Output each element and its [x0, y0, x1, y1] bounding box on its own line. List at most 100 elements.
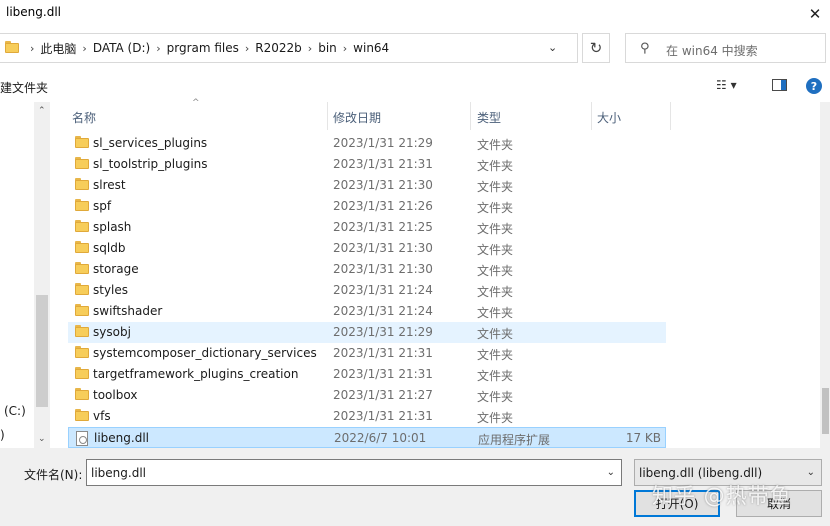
file-row[interactable]: systemcomposer_dictionary_services 2023/1… — [68, 343, 666, 364]
folder-icon — [75, 409, 89, 422]
folder-icon — [75, 325, 89, 338]
column-name[interactable]: 名称 — [72, 109, 96, 126]
file-type: 文件夹 — [477, 348, 514, 362]
search-input[interactable]: ⚲ 在 win64 中搜索 — [625, 33, 826, 63]
file-name: targetframework_plugins_creation — [93, 367, 299, 381]
sort-ascending-icon: ^ — [192, 98, 200, 108]
refresh-button[interactable]: ↻ — [582, 33, 610, 63]
folder-icon — [75, 157, 89, 170]
file-type: 文件夹 — [477, 285, 514, 299]
crumb-r2022b[interactable]: R2022b — [255, 41, 302, 55]
folder-icon — [75, 388, 89, 401]
nav-item-d-drive[interactable]: ) — [0, 428, 5, 442]
file-date: 2023/1/31 21:26 — [333, 199, 433, 213]
scroll-down-icon[interactable]: ⌄ — [38, 434, 46, 444]
crumb-win64[interactable]: win64 — [353, 41, 389, 55]
address-bar[interactable]: › 此电脑 › DATA (D:) › prgram files › R2022… — [0, 33, 578, 63]
file-name: systemcomposer_dictionary_services — [93, 346, 317, 360]
nav-scrollbar-thumb[interactable] — [36, 295, 48, 407]
chevron-right-icon[interactable]: › — [343, 42, 347, 55]
filename-input[interactable]: libeng.dll ⌄ — [86, 459, 622, 486]
folder-icon — [75, 199, 89, 212]
nav-item-c-drive[interactable]: (C:) — [4, 404, 26, 418]
crumb-bin[interactable]: bin — [318, 41, 337, 55]
column-size[interactable]: 大小 — [597, 109, 621, 126]
chevron-down-icon: ⌄ — [806, 467, 815, 478]
crumb-this-pc[interactable]: 此电脑 — [40, 40, 76, 57]
file-name: toolbox — [93, 388, 138, 402]
folder-icon — [75, 262, 89, 275]
filename-value: libeng.dll — [91, 466, 146, 480]
file-name: sl_toolstrip_plugins — [93, 157, 208, 171]
crumb-data-drive[interactable]: DATA (D:) — [93, 41, 150, 55]
file-row[interactable]: sl_services_plugins 2023/1/31 21:29 文件夹 — [68, 133, 666, 154]
file-name: sqldb — [93, 241, 126, 255]
column-divider[interactable] — [591, 102, 592, 130]
scroll-up-icon[interactable]: ⌃ — [38, 106, 46, 116]
folder-icon — [75, 346, 89, 359]
file-row[interactable]: sysobj 2023/1/31 21:29 文件夹 — [68, 322, 666, 343]
chevron-down-icon[interactable]: ⌄ — [548, 41, 557, 54]
file-list-scrollbar-thumb[interactable] — [822, 388, 829, 434]
file-type: 文件夹 — [477, 264, 514, 278]
folder-icon — [75, 367, 89, 380]
file-name: swiftshader — [93, 304, 163, 318]
crumb-prgram-files[interactable]: prgram files — [167, 41, 239, 55]
file-date: 2023/1/31 21:29 — [333, 325, 433, 339]
chevron-right-icon[interactable]: › — [156, 42, 160, 55]
file-date: 2022/6/7 10:01 — [334, 431, 427, 445]
file-date: 2023/1/31 21:31 — [333, 367, 433, 381]
window-title: libeng.dll — [6, 5, 61, 19]
file-date: 2023/1/31 21:31 — [333, 346, 433, 360]
file-row[interactable]: sl_toolstrip_plugins 2023/1/31 21:31 文件夹 — [68, 154, 666, 175]
search-icon: ⚲ — [640, 41, 650, 56]
file-date: 2023/1/31 21:30 — [333, 241, 433, 255]
column-divider[interactable] — [327, 102, 328, 130]
file-type: 文件夹 — [477, 159, 514, 173]
folder-icon — [5, 41, 19, 54]
file-type: 文件夹 — [477, 180, 514, 194]
file-row[interactable]: storage 2023/1/31 21:30 文件夹 — [68, 259, 666, 280]
file-row[interactable]: slrest 2023/1/31 21:30 文件夹 — [68, 175, 666, 196]
chevron-right-icon[interactable]: › — [308, 42, 312, 55]
file-type: 文件夹 — [477, 222, 514, 236]
file-row[interactable]: styles 2023/1/31 21:24 文件夹 — [68, 280, 666, 301]
folder-icon — [75, 304, 89, 317]
breadcrumb: › 此电脑 › DATA (D:) › prgram files › R2022… — [24, 34, 389, 62]
chevron-down-icon[interactable]: ⌄ — [607, 467, 615, 478]
file-name: spf — [93, 199, 112, 213]
column-divider[interactable] — [670, 102, 671, 130]
file-row[interactable]: libeng.dll 2022/6/7 10:01 应用程序扩展 17 KB — [68, 427, 666, 448]
new-folder-button[interactable]: 建文件夹 — [0, 79, 48, 96]
file-date: 2023/1/31 21:30 — [333, 262, 433, 276]
file-name: storage — [93, 262, 139, 276]
chevron-right-icon[interactable]: › — [245, 42, 249, 55]
file-row[interactable]: swiftshader 2023/1/31 21:24 文件夹 — [68, 301, 666, 322]
file-row[interactable]: sqldb 2023/1/31 21:30 文件夹 — [68, 238, 666, 259]
file-name: slrest — [93, 178, 126, 192]
column-header: 名称 修改日期 类型 大小 — [50, 102, 820, 130]
title-bar: libeng.dll ✕ — [0, 0, 830, 28]
file-row[interactable]: targetframework_plugins_creation 2023/1/3… — [68, 364, 666, 385]
preview-pane-icon[interactable] — [772, 79, 787, 91]
file-type: 文件夹 — [477, 201, 514, 215]
file-date: 2023/1/31 21:31 — [333, 409, 433, 423]
file-date: 2023/1/31 21:24 — [333, 283, 433, 297]
toolbar: 建文件夹 ☷ ▾ ? — [0, 70, 830, 102]
chevron-right-icon[interactable]: › — [82, 42, 86, 55]
column-divider[interactable] — [470, 102, 471, 130]
close-icon: ✕ — [808, 5, 822, 23]
dll-file-icon — [76, 431, 90, 446]
column-type[interactable]: 类型 — [477, 109, 501, 126]
column-date[interactable]: 修改日期 — [333, 109, 381, 126]
view-options-icon[interactable]: ☷ ▾ — [716, 78, 737, 92]
folder-icon — [75, 136, 89, 149]
file-row[interactable]: toolbox 2023/1/31 21:27 文件夹 — [68, 385, 666, 406]
file-row[interactable]: vfs 2023/1/31 21:31 文件夹 — [68, 406, 666, 427]
watermark: 知乎 @热带鱼 — [652, 484, 792, 508]
file-row[interactable]: spf 2023/1/31 21:26 文件夹 — [68, 196, 666, 217]
folder-icon — [75, 241, 89, 254]
file-row[interactable]: splash 2023/1/31 21:25 文件夹 — [68, 217, 666, 238]
help-icon[interactable]: ? — [806, 78, 822, 94]
close-button[interactable]: ✕ — [800, 0, 830, 28]
